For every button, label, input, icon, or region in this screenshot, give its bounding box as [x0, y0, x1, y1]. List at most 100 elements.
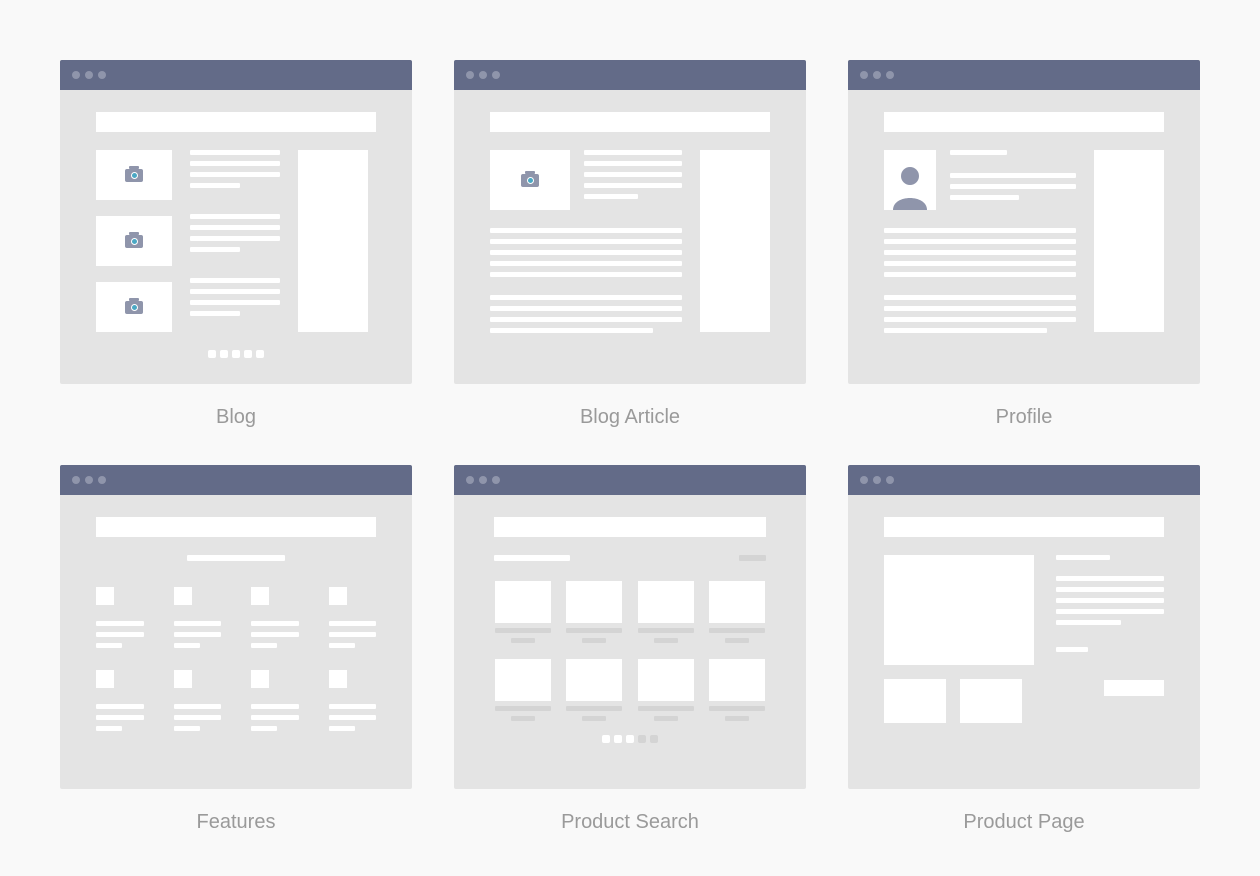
wireframe-grid: Blog: [60, 60, 1200, 834]
profile-column: [884, 150, 1076, 333]
canvas: [60, 495, 412, 789]
window-dot-icon: [466, 71, 474, 79]
window-dot-icon: [860, 71, 868, 79]
feature-item: [329, 587, 377, 648]
hero-image: [490, 150, 570, 210]
results-label: [494, 555, 570, 561]
wireframe-caption: Product Page: [963, 811, 1084, 834]
window-dot-icon: [873, 71, 881, 79]
canvas: [848, 495, 1200, 789]
feature-icon: [251, 587, 269, 605]
window-dot-icon: [860, 476, 868, 484]
header-block: [96, 517, 376, 537]
header-block: [884, 517, 1164, 537]
wireframe-blog: Blog: [60, 60, 412, 429]
wireframe-product-search: Product Search: [454, 465, 806, 834]
product-main-image: [884, 555, 1034, 665]
window-dot-icon: [72, 476, 80, 484]
titlebar: [848, 465, 1200, 495]
window-dot-icon: [492, 71, 500, 79]
header-block: [884, 112, 1164, 132]
window-product-page: [848, 465, 1200, 789]
feature-item: [251, 670, 299, 731]
product-thumb: [960, 679, 1022, 723]
feature-item: [329, 670, 377, 731]
window-dot-icon: [85, 476, 93, 484]
header-block: [494, 517, 766, 537]
feature-icon: [96, 670, 114, 688]
titlebar: [454, 60, 806, 90]
feature-item: [251, 587, 299, 648]
wireframe-caption: Blog: [216, 406, 256, 429]
product-thumb: [638, 581, 694, 623]
feature-item: [96, 587, 144, 648]
product-thumb: [638, 659, 694, 701]
sidebar-block: [700, 150, 770, 332]
feature-item: [174, 670, 222, 731]
thumb-camera: [96, 216, 172, 266]
window-dot-icon: [873, 476, 881, 484]
pagination: [96, 350, 376, 358]
window-dot-icon: [72, 71, 80, 79]
product-thumb: [709, 659, 765, 701]
feature-item: [174, 587, 222, 648]
post-text-column: [190, 150, 280, 332]
window-dot-icon: [466, 476, 474, 484]
wireframe-caption: Blog Article: [580, 406, 680, 429]
wireframe-caption: Profile: [996, 406, 1053, 429]
titlebar: [60, 60, 412, 90]
product-card: [566, 659, 624, 721]
product-card: [494, 659, 552, 721]
feature-grid: [96, 587, 376, 731]
thumb-camera: [96, 282, 172, 332]
header-block: [96, 112, 376, 132]
titlebar: [848, 60, 1200, 90]
window-dot-icon: [98, 71, 106, 79]
titlebar: [454, 465, 806, 495]
product-info-column: [1056, 555, 1164, 723]
product-grid: [494, 581, 766, 721]
feature-icon: [329, 587, 347, 605]
pagination: [494, 735, 766, 743]
wireframe-caption: Features: [197, 811, 276, 834]
window-dot-icon: [479, 71, 487, 79]
avatar-icon: [884, 150, 936, 210]
window-dot-icon: [886, 71, 894, 79]
product-thumb: [495, 659, 551, 701]
titlebar: [60, 465, 412, 495]
feature-icon: [174, 670, 192, 688]
cta-button-block: [1104, 680, 1164, 696]
product-card: [637, 581, 695, 643]
sidebar-block: [298, 150, 368, 332]
wireframe-features: Features: [60, 465, 412, 834]
canvas: [454, 495, 806, 789]
canvas: [454, 90, 806, 384]
feature-icon: [96, 587, 114, 605]
wireframe-blog-article: Blog Article: [454, 60, 806, 429]
article-column: [490, 150, 682, 333]
feature-icon: [174, 587, 192, 605]
window-dot-icon: [98, 476, 106, 484]
window-dot-icon: [479, 476, 487, 484]
window-dot-icon: [886, 476, 894, 484]
wireframe-product-page: Product Page: [848, 465, 1200, 834]
product-thumb: [566, 659, 622, 701]
window-dot-icon: [492, 476, 500, 484]
product-thumb: [709, 581, 765, 623]
camera-icon: [125, 301, 143, 314]
window-blog: [60, 60, 412, 384]
product-media-column: [884, 555, 1034, 723]
sidebar-block: [1094, 150, 1164, 332]
wireframe-caption: Product Search: [561, 811, 699, 834]
camera-icon: [521, 174, 539, 187]
camera-icon: [125, 169, 143, 182]
canvas: [848, 90, 1200, 384]
product-thumb: [495, 581, 551, 623]
product-card: [709, 659, 767, 721]
window-features: [60, 465, 412, 789]
feature-icon: [329, 670, 347, 688]
window-blog-article: [454, 60, 806, 384]
feature-item: [96, 670, 144, 731]
window-profile: [848, 60, 1200, 384]
canvas: [60, 90, 412, 384]
